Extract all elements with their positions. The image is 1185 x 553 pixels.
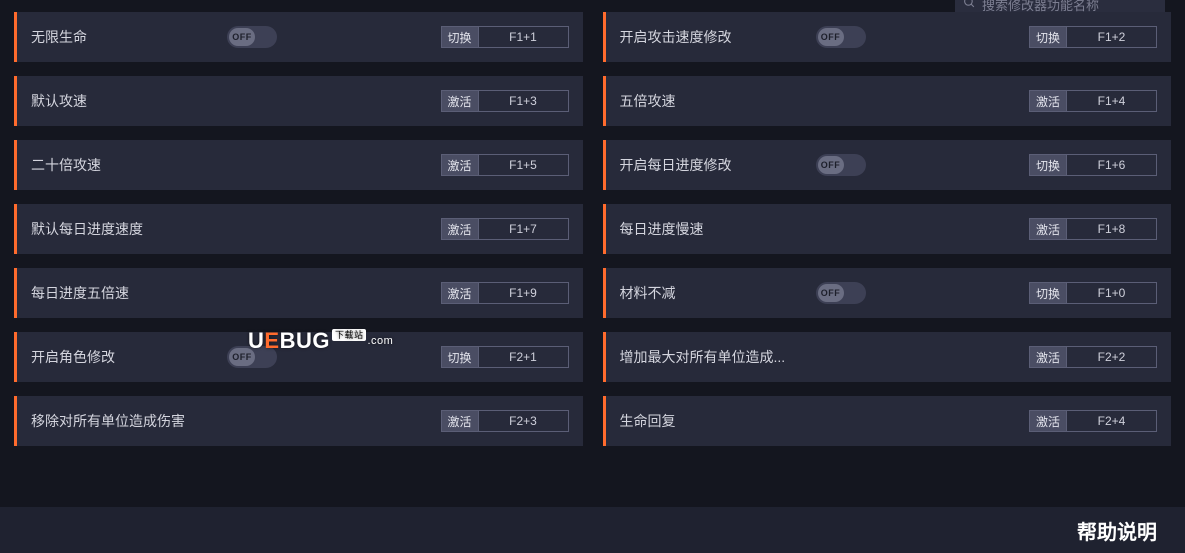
cheat-name: 每日进度慢速 <box>620 219 704 239</box>
search-icon <box>963 0 976 12</box>
activate-button[interactable]: 激活 <box>441 410 479 432</box>
cheat-card: 每日进度五倍速 激活F1+9 <box>14 268 583 318</box>
toggle-switch[interactable]: OFF <box>816 154 866 176</box>
hotkey-display[interactable]: F1+1 <box>479 26 569 48</box>
cheat-card: 开启每日进度修改 OFF 切换F1+6 <box>603 140 1172 190</box>
activate-button[interactable]: 激活 <box>1029 218 1067 240</box>
toggle-knob: OFF <box>818 156 844 174</box>
switch-button[interactable]: 切换 <box>1029 26 1067 48</box>
toggle-knob: OFF <box>229 28 255 46</box>
hotkey-display[interactable]: F1+2 <box>1067 26 1157 48</box>
cheat-name: 开启角色修改 <box>31 347 115 367</box>
activate-button[interactable]: 激活 <box>441 90 479 112</box>
cheat-card: 材料不减 OFF 切换F1+0 <box>603 268 1172 318</box>
cheat-name: 五倍攻速 <box>620 91 676 111</box>
switch-button[interactable]: 切换 <box>1029 282 1067 304</box>
cheat-name: 生命回复 <box>620 411 676 431</box>
toggle-switch[interactable]: OFF <box>816 282 866 304</box>
hotkey-display[interactable]: F2+2 <box>1067 346 1157 368</box>
activate-button[interactable]: 激活 <box>1029 346 1067 368</box>
activate-button[interactable]: 激活 <box>1029 410 1067 432</box>
hotkey-display[interactable]: F1+4 <box>1067 90 1157 112</box>
activate-button[interactable]: 激活 <box>1029 90 1067 112</box>
cheat-card: 五倍攻速 激活F1+4 <box>603 76 1172 126</box>
switch-button[interactable]: 切换 <box>441 26 479 48</box>
cheat-card: 开启攻击速度修改 OFF 切换F1+2 <box>603 12 1172 62</box>
toggle-knob: OFF <box>818 284 844 302</box>
switch-button[interactable]: 切换 <box>441 346 479 368</box>
cheat-name: 移除对所有单位造成伤害 <box>31 411 185 431</box>
toggle-knob: OFF <box>818 28 844 46</box>
cheat-card: 移除对所有单位造成伤害 激活F2+3 <box>14 396 583 446</box>
hotkey-display[interactable]: F1+3 <box>479 90 569 112</box>
activate-button[interactable]: 激活 <box>441 154 479 176</box>
cheat-name: 每日进度五倍速 <box>31 283 129 303</box>
toggle-switch[interactable]: OFF <box>227 26 277 48</box>
cheat-card: 二十倍攻速 激活F1+5 <box>14 140 583 190</box>
cheat-card: 无限生命 OFF 切换F1+1 <box>14 12 583 62</box>
cheat-name: 二十倍攻速 <box>31 155 101 175</box>
hotkey-display[interactable]: F1+8 <box>1067 218 1157 240</box>
hotkey-display[interactable]: F1+6 <box>1067 154 1157 176</box>
cheat-name: 增加最大对所有单位造成... <box>620 347 786 367</box>
cheat-name: 默认攻速 <box>31 91 87 111</box>
hotkey-display[interactable]: F1+5 <box>479 154 569 176</box>
activate-button[interactable]: 激活 <box>441 282 479 304</box>
watermark-logo: UEBUG 下载站 .com <box>248 328 393 354</box>
footer-help-link[interactable]: 帮助说明 <box>1077 516 1157 545</box>
hotkey-display[interactable]: F2+1 <box>479 346 569 368</box>
cheat-card: 增加最大对所有单位造成... 激活F2+2 <box>603 332 1172 382</box>
cheat-card: 生命回复 激活F2+4 <box>603 396 1172 446</box>
cheat-card: 默认每日进度速度 激活F1+7 <box>14 204 583 254</box>
cheat-card: 每日进度慢速 激活F1+8 <box>603 204 1172 254</box>
hotkey-display[interactable]: F1+0 <box>1067 282 1157 304</box>
hotkey-display[interactable]: F1+9 <box>479 282 569 304</box>
cheat-name: 默认每日进度速度 <box>31 219 143 239</box>
activate-button[interactable]: 激活 <box>441 218 479 240</box>
hotkey-display[interactable]: F1+7 <box>479 218 569 240</box>
cheat-name: 无限生命 <box>31 27 87 47</box>
footer-bar: 帮助说明 <box>0 507 1185 553</box>
hotkey-display[interactable]: F2+4 <box>1067 410 1157 432</box>
cheat-name: 开启攻击速度修改 <box>620 27 732 47</box>
cheat-name: 开启每日进度修改 <box>620 155 732 175</box>
toggle-switch[interactable]: OFF <box>816 26 866 48</box>
cheat-name: 材料不减 <box>620 283 676 303</box>
hotkey-display[interactable]: F2+3 <box>479 410 569 432</box>
switch-button[interactable]: 切换 <box>1029 154 1067 176</box>
cheat-card: 默认攻速 激活F1+3 <box>14 76 583 126</box>
